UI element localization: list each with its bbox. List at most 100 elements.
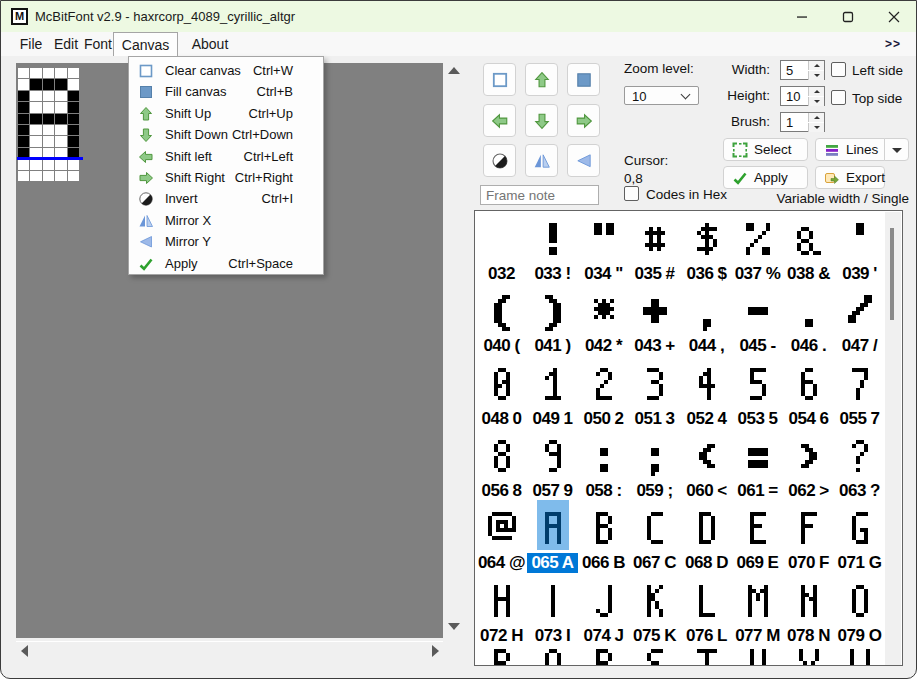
glyph-056[interactable]: [494, 440, 510, 472]
glyph-074[interactable]: [596, 585, 612, 617]
glyph-083[interactable]: [647, 649, 663, 665]
maximize-button[interactable]: [825, 1, 871, 32]
menu-about[interactable]: About: [185, 32, 235, 56]
invert-button[interactable]: [483, 144, 516, 177]
scroll-up-icon[interactable]: [448, 67, 460, 74]
glyph-label-053[interactable]: 053 5: [732, 410, 783, 427]
glyph-039[interactable]: [856, 223, 864, 235]
glyph-057[interactable]: [545, 440, 561, 472]
glyph-label-068[interactable]: 068 D: [681, 554, 732, 571]
glyph-066[interactable]: [596, 512, 612, 544]
scroll-right-icon[interactable]: [432, 645, 439, 657]
glyph-034[interactable]: [594, 223, 614, 235]
brush-up-button[interactable]: [808, 113, 824, 122]
mirror-y-button[interactable]: [567, 144, 600, 177]
shift-up-button[interactable]: [525, 63, 558, 96]
glyph-scrollbar-thumb[interactable]: [890, 228, 894, 320]
menu-item-shift-left[interactable]: Shift leftCtrl+Left: [129, 146, 323, 168]
brush-down-button[interactable]: [808, 123, 824, 132]
glyph-label-048[interactable]: 048 0: [476, 410, 527, 427]
glyph-054[interactable]: [801, 368, 817, 400]
glyph-072[interactable]: [494, 585, 510, 617]
glyph-044[interactable]: [703, 319, 711, 331]
glyph-label-050[interactable]: 050 2: [578, 410, 629, 427]
glyph-052[interactable]: [699, 368, 715, 400]
shift-down-button[interactable]: [525, 104, 558, 137]
glyph-076[interactable]: [699, 585, 715, 617]
glyph-label-046[interactable]: 046 .: [783, 337, 834, 354]
glyph-035[interactable]: [645, 227, 665, 251]
glyph-050[interactable]: [596, 368, 612, 400]
glyph-label-058[interactable]: 058 :: [578, 482, 629, 499]
glyph-label-069[interactable]: 069 E: [732, 554, 783, 571]
pixel-editor-grid[interactable]: [17, 67, 83, 185]
glyph-label-079[interactable]: 079 O: [834, 627, 885, 644]
menu-item-apply[interactable]: ApplyCtrl+Space: [129, 253, 323, 275]
glyph-077[interactable]: [748, 585, 768, 617]
glyph-061[interactable]: [748, 448, 768, 468]
glyph-040[interactable]: [494, 295, 510, 331]
glyph-label-033[interactable]: 033 !: [527, 265, 578, 282]
glyph-086[interactable]: [799, 649, 819, 665]
clear-canvas-button[interactable]: [483, 63, 516, 96]
glyph-065[interactable]: [545, 512, 561, 544]
glyph-label-045[interactable]: 045 -: [732, 337, 783, 354]
zoom-level-combobox[interactable]: 10: [624, 86, 699, 105]
glyph-064[interactable]: [488, 512, 516, 540]
glyph-042[interactable]: [594, 299, 614, 319]
frame-note-input[interactable]: [480, 185, 599, 205]
width-down-button[interactable]: [808, 71, 824, 80]
menu-item-mirror-y[interactable]: Mirror Y: [129, 231, 323, 253]
glyph-033[interactable]: [549, 223, 557, 255]
glyph-081[interactable]: [545, 649, 561, 665]
glyph-label-041[interactable]: 041 ): [527, 337, 578, 354]
glyph-053[interactable]: [750, 368, 766, 400]
glyph-085[interactable]: [750, 649, 766, 665]
glyph-059[interactable]: [651, 448, 659, 476]
menu-item-shift-up[interactable]: Shift UpCtrl+Up: [129, 103, 323, 125]
glyph-082[interactable]: [596, 649, 612, 665]
menu-item-shift-down[interactable]: Shift DownCtrl+Down: [129, 124, 323, 146]
glyph-label-042[interactable]: 042 *: [578, 337, 629, 354]
glyph-071[interactable]: [852, 512, 868, 544]
codes-in-hex-checkbox[interactable]: [624, 186, 639, 201]
glyph-079[interactable]: [852, 585, 868, 617]
glyph-label-049[interactable]: 049 1: [527, 410, 578, 427]
brush-spinner[interactable]: 1: [780, 112, 825, 132]
glyph-047[interactable]: [848, 295, 872, 323]
glyph-041[interactable]: [545, 295, 561, 331]
glyph-label-071[interactable]: 071 G: [834, 554, 885, 571]
menu-item-shift-right[interactable]: Shift RightCtrl+Right: [129, 167, 323, 189]
glyph-label-061[interactable]: 061 =: [732, 482, 783, 499]
glyph-label-039[interactable]: 039 ': [834, 265, 885, 282]
glyph-label-066[interactable]: 066 B: [578, 554, 629, 571]
glyph-068[interactable]: [699, 512, 715, 544]
glyph-label-076[interactable]: 076 L: [681, 627, 732, 644]
glyph-label-063[interactable]: 063 ?: [834, 482, 885, 499]
glyph-label-044[interactable]: 044 ,: [681, 337, 732, 354]
glyph-label-060[interactable]: 060 <: [681, 482, 732, 499]
menu-item-clear-canvas[interactable]: Clear canvasCtrl+W: [129, 60, 323, 82]
height-up-button[interactable]: [808, 87, 824, 96]
glyph-049[interactable]: [545, 368, 561, 400]
glyph-label-032[interactable]: 032: [476, 265, 527, 282]
glyph-label-065[interactable]: 065 A: [527, 554, 578, 571]
glyph-label-078[interactable]: 078 N: [783, 627, 834, 644]
lines-button[interactable]: Lines: [815, 138, 885, 161]
shift-right-button[interactable]: [567, 104, 600, 137]
select-button[interactable]: Select: [723, 138, 808, 161]
glyph-036[interactable]: [697, 223, 717, 255]
glyph-label-047[interactable]: 047 /: [834, 337, 885, 354]
glyph-label-043[interactable]: 043 +: [629, 337, 680, 354]
glyph-058[interactable]: [600, 448, 608, 472]
menu-canvas[interactable]: Canvas: [113, 32, 178, 56]
lines-dropdown-button[interactable]: [884, 138, 909, 161]
glyph-080[interactable]: [494, 649, 510, 665]
glyph-060[interactable]: [699, 444, 715, 468]
menu-overflow-chevron[interactable]: >>: [885, 37, 901, 51]
glyph-label-070[interactable]: 070 F: [783, 554, 834, 571]
glyph-051[interactable]: [647, 368, 663, 400]
canvas-hscrollbar[interactable]: [16, 641, 443, 661]
glyph-label-035[interactable]: 035 #: [629, 265, 680, 282]
glyph-067[interactable]: [647, 512, 663, 544]
